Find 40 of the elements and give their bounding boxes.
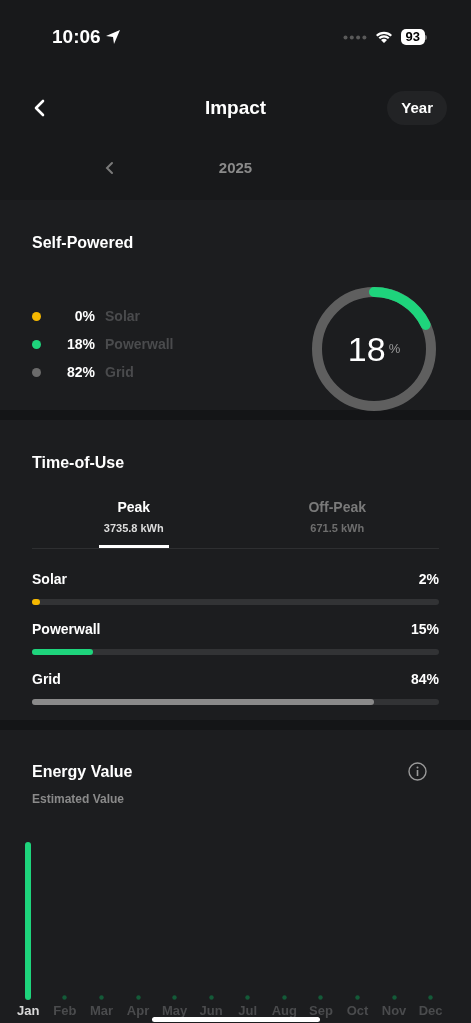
month-label[interactable]: Jan — [17, 1003, 40, 1018]
info-icon[interactable] — [408, 762, 427, 781]
month-dot[interactable] — [245, 995, 251, 1000]
card-title: Energy Value — [32, 762, 133, 782]
month-dot[interactable] — [208, 995, 214, 1000]
battery-level: 93 — [400, 29, 425, 45]
page-title: Impact — [204, 95, 267, 120]
month-dot[interactable] — [355, 995, 360, 1000]
source-label: Solar — [32, 569, 67, 589]
month-dot[interactable] — [62, 995, 68, 1000]
legend-percent: 82% — [65, 363, 95, 382]
source-percent: 15% — [410, 619, 439, 639]
month-dot[interactable] — [98, 995, 104, 1000]
legend-percent: 18% — [65, 335, 95, 354]
source-label: Powerwall — [32, 619, 101, 639]
card-title: Self-Powered — [32, 233, 135, 253]
month-dot[interactable] — [391, 995, 397, 1000]
source-percent: 84% — [410, 669, 439, 689]
year-label: 2025 — [218, 157, 253, 178]
usage-tab[interactable]: Peak 3735.8 kWh — [32, 493, 236, 548]
source-percent: 2% — [418, 569, 439, 589]
month-bar[interactable] — [25, 842, 32, 1000]
card-subtitle: Estimated Value — [32, 791, 126, 808]
card-title: Time-of-Use — [32, 453, 126, 473]
month-dot[interactable] — [135, 995, 141, 1000]
source-label: Grid — [32, 669, 61, 689]
month-dot[interactable] — [318, 995, 324, 1000]
signal-icon — [342, 34, 367, 40]
usage-tab[interactable]: Off-Peak 671.5 kWh — [235, 493, 439, 548]
month-dot[interactable] — [428, 995, 434, 1000]
wifi-icon — [374, 30, 393, 44]
month-dot[interactable] — [172, 995, 178, 1000]
donut-value: 18 — [347, 332, 386, 366]
month-dot[interactable] — [281, 995, 287, 1000]
status-time: 10:06 — [52, 24, 101, 49]
legend-percent: 0% — [73, 307, 95, 326]
previous-year-icon[interactable] — [104, 160, 116, 176]
donut-unit: % — [388, 340, 401, 359]
location-arrow-icon — [104, 29, 121, 45]
period-button[interactable]: Year — [387, 90, 447, 126]
